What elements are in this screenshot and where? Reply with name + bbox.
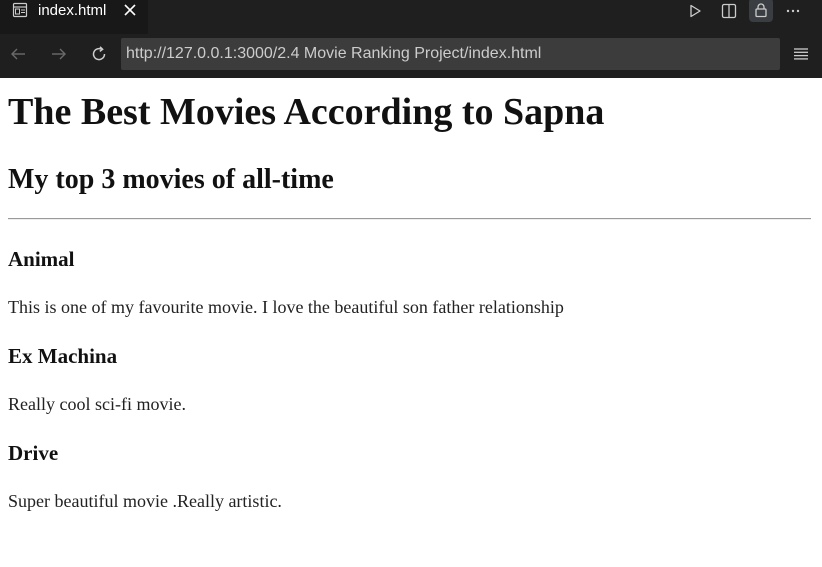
arrow-left-icon[interactable]: [6, 42, 30, 66]
editor-tab[interactable]: index.html: [0, 0, 148, 34]
divider: [8, 218, 811, 220]
browser-nav-bar: [0, 34, 822, 78]
run-icon[interactable]: [684, 0, 706, 22]
page-subtitle: My top 3 movies of all-time: [8, 164, 334, 195]
lock-icon[interactable]: [749, 0, 773, 22]
url-bar[interactable]: [121, 38, 780, 70]
tab-title: index.html: [38, 2, 107, 19]
movie-title-ex-machina: Ex Machina: [8, 344, 118, 368]
page-title: The Best Movies According to Sapna: [8, 91, 605, 133]
tab-bar: index.html: [0, 0, 822, 34]
more-icon[interactable]: [782, 0, 804, 22]
arrow-right-icon[interactable]: [47, 42, 71, 66]
movie-description-ex-machina: Really cool sci-fi movie.: [8, 394, 186, 414]
split-editor-icon[interactable]: [718, 0, 740, 22]
close-icon[interactable]: [122, 2, 138, 18]
url-input[interactable]: [121, 38, 780, 70]
preview-page-icon: [12, 2, 28, 18]
reload-icon[interactable]: [87, 42, 111, 66]
page-content: The Best Movies According to Sapna My to…: [0, 78, 822, 567]
movie-title-animal: Animal: [8, 247, 75, 271]
movie-description-drive: Super beautiful movie .Really artistic.: [8, 491, 282, 511]
hamburger-menu-icon[interactable]: [789, 42, 813, 66]
movie-title-drive: Drive: [8, 441, 59, 465]
movie-description-animal: This is one of my favourite movie. I lov…: [8, 297, 564, 317]
